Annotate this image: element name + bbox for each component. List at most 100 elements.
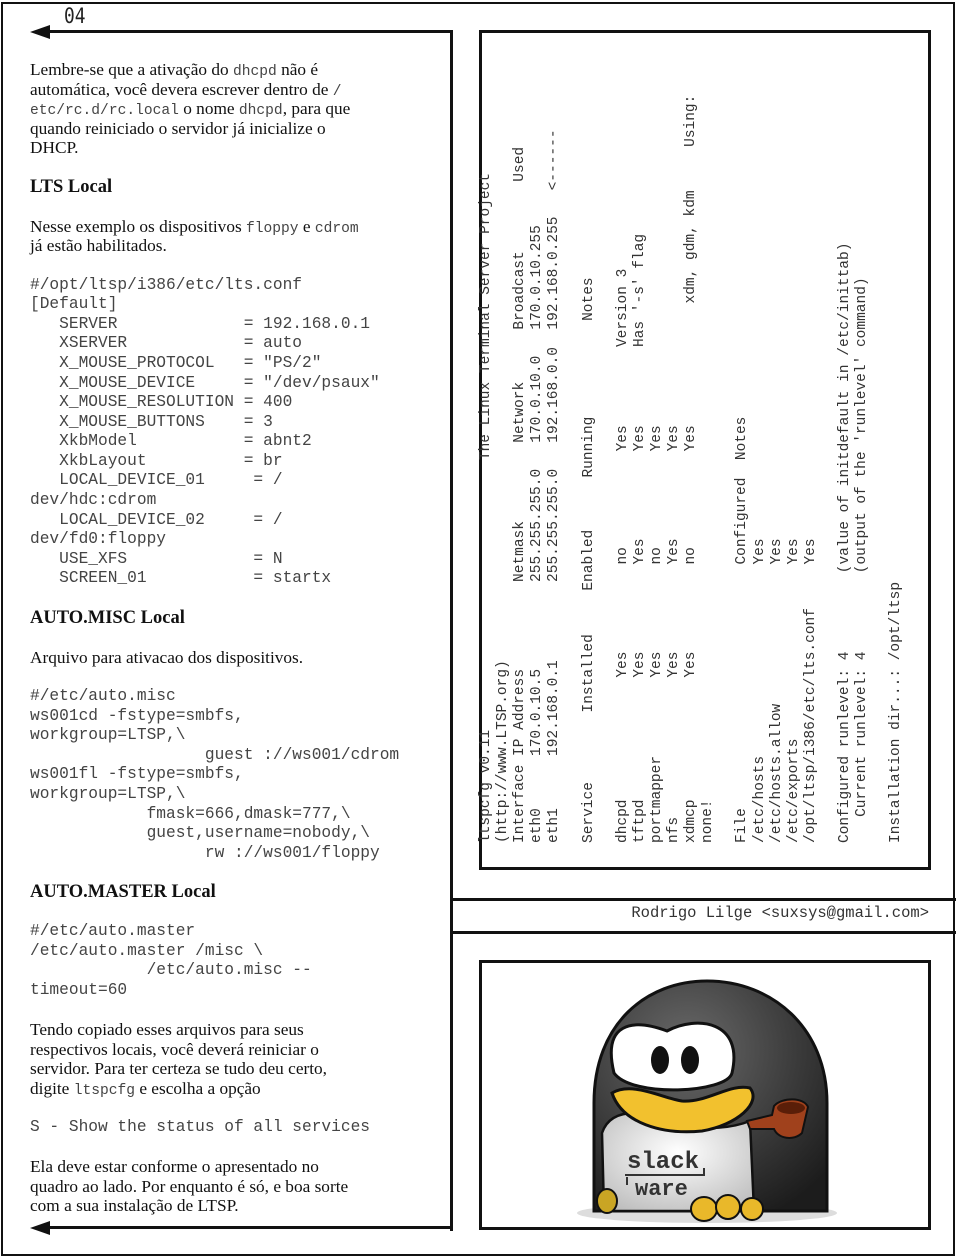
upper-frame-bottom-line xyxy=(450,898,956,901)
code-line: #/opt/ltsp/i386/etc/lts.conf xyxy=(30,275,302,294)
inline-code: / xyxy=(332,83,342,100)
text-run: não é xyxy=(276,60,319,79)
paragraph: Lembre-se que a ativação do dhcpd não éa… xyxy=(30,60,445,158)
paragraph-line: Ela deve estar conforme o apresentado no xyxy=(30,1157,445,1177)
slackware-penguin-logo: slack ware xyxy=(577,979,837,1223)
code-line: LOCAL_DEVICE_02 = / xyxy=(30,510,283,529)
status-line xyxy=(820,53,837,843)
status-line: File Configured Notes xyxy=(734,416,751,843)
inline-code: dhcpd xyxy=(238,103,283,120)
code-line: workgroup=LTSP,\ xyxy=(30,784,186,803)
left-frame-top-line xyxy=(45,30,453,33)
paragraph-line: digite ltspcfg e escolha a opção xyxy=(30,1079,445,1099)
status-line: eth0 170.0.10.5 255.255.255.0 170.0.10.0… xyxy=(529,225,546,843)
logo-box: slack ware xyxy=(479,960,931,1230)
penguin-eyes xyxy=(609,1021,736,1092)
code-line: LOCAL_DEVICE_01 = / xyxy=(30,471,283,490)
inline-code: floppy xyxy=(246,220,299,237)
paragraph: Arquivo para ativacao dos dispositivos. xyxy=(30,648,445,668)
status-line: Installation dir...: /opt/ltsp xyxy=(888,581,905,843)
section-heading: AUTO.MISC Local xyxy=(30,607,185,628)
paragraph: Tendo copiado esses arquivos para seus re… xyxy=(30,1020,445,1099)
status-line: portmapper Yes no Yes xyxy=(648,425,665,843)
code-line: #/etc/auto.misc xyxy=(30,687,176,705)
inline-code: cdrom xyxy=(314,220,359,237)
status-line: ltspcfg v0.11 The Linux Terminal Server … xyxy=(478,172,494,843)
text-run: e escolha a opção xyxy=(135,1078,261,1098)
text-run: Lembre-se que a ativação do xyxy=(30,60,233,79)
text-run: quando reiniciado o servidor já iniciali… xyxy=(30,118,326,138)
code-line: guest ://ws001/cdrom xyxy=(30,745,400,764)
code-line: ws001fl -fstype=smbfs, xyxy=(30,765,244,784)
code-line: SERVER = 192.168.0.1 xyxy=(30,314,370,333)
inline-code: ltspcfg xyxy=(73,1082,135,1099)
status-line xyxy=(598,53,615,843)
code-line: fmask=666,dmask=777,\ xyxy=(30,804,351,823)
text-run: , para que xyxy=(282,99,351,119)
code-line: XkbLayout = br xyxy=(30,451,283,470)
text-run: já estão habilitados. xyxy=(30,236,167,256)
status-line xyxy=(871,53,888,843)
code-line: S - Show the status of all services xyxy=(30,1118,370,1137)
code-block: #/opt/ltsp/i386/etc/lts.conf [Default] SE… xyxy=(30,276,445,590)
code-block: #/etc/auto.misc ws001cd -fstype=smbfs, wor… xyxy=(30,687,445,863)
paragraph-line: Tendo copiado esses arquivos para seus xyxy=(30,1020,445,1040)
code-line: X_MOUSE_DEVICE = "/dev/psaux" xyxy=(30,373,380,392)
status-line xyxy=(717,53,734,843)
code-line: ws001cd -fstype=smbfs, xyxy=(30,706,244,725)
left-frame-right-line xyxy=(450,30,453,1231)
status-line: none! xyxy=(700,799,717,843)
code-line: X_MOUSE_RESOLUTION = 400 xyxy=(30,393,293,412)
code-line: /etc/auto.misc -- xyxy=(30,961,312,980)
text-run: o nome xyxy=(178,99,239,119)
status-line: (http://www.LTSP.org) xyxy=(495,660,512,843)
code-line: SCREEN_01 = startx xyxy=(30,569,332,588)
text-run: Nesse exemplo os dispositivos xyxy=(30,216,247,236)
code-line: /etc/auto.master /misc \ xyxy=(30,941,264,960)
text-run: quadro ao lado. Por enquanto é só, e boa… xyxy=(30,1176,349,1196)
text-run: respectivos locais, você deverá reinicia… xyxy=(30,1039,319,1059)
status-line: nfs Yes Yes Yes xyxy=(666,425,683,843)
text-run: e xyxy=(298,216,315,236)
code-block: #/etc/auto.master/etc/auto.master /misc … xyxy=(30,922,445,1000)
code-line: dev/hdc:cdrom xyxy=(30,491,157,510)
status-line: Current runlevel: 4 (output of the 'runl… xyxy=(854,277,871,843)
paragraph: Nesse exemplo os dispositivos floppy e c… xyxy=(30,217,445,256)
status-line xyxy=(563,53,580,843)
status-line: Interface IP Address Netmask Network Bro… xyxy=(512,146,529,843)
lower-frame-top-line xyxy=(450,931,956,934)
text-run: Arquivo para ativacao dos dispositivos. xyxy=(30,647,304,667)
paragraph-line: automática, você devera escrever dentro … xyxy=(30,80,445,100)
code-line: guest,username=nobody,\ xyxy=(30,824,370,843)
status-line: /etc/hosts.allow Yes xyxy=(768,538,785,843)
paragraph: Ela deve estar conforme o apresentado no… xyxy=(30,1157,445,1216)
svg-text:ware: ware xyxy=(635,1177,688,1202)
inline-code: dhcpd xyxy=(232,64,277,80)
paragraph-line: quadro ao lado. Por enquanto é só, e boa… xyxy=(30,1177,445,1197)
status-line: xdmcp Yes no Yes xdm, gdm, kdm Using: xyxy=(683,94,700,843)
code-line: XkbModel = abnt2 xyxy=(30,432,312,451)
paragraph-line: com a sua instalação de LTSP. xyxy=(30,1196,445,1216)
paragraph-line: Arquivo para ativacao dos dispositivos. xyxy=(30,648,445,668)
paragraph-line: Nesse exemplo os dispositivos floppy e c… xyxy=(30,217,445,237)
section-heading: LTS Local xyxy=(30,176,113,197)
text-run: Tendo copiado esses arquivos para seus xyxy=(30,1020,304,1040)
code-line: #/etc/auto.master xyxy=(30,922,196,941)
status-line: tftpd Yes Yes Yes Has '-s' flag xyxy=(631,233,648,843)
status-line: /etc/hosts Yes xyxy=(751,538,768,843)
code-line: X_MOUSE_BUTTONS = 3 xyxy=(30,412,273,431)
text-run: DHCP. xyxy=(30,138,79,158)
code-line: USE_XFS = N xyxy=(30,549,283,568)
inline-code: etc/rc.d/rc.local xyxy=(30,103,179,120)
code-line: timeout=60 xyxy=(30,980,128,999)
paragraph-line: etc/rc.d/rc.local o nome dhcpd, para que xyxy=(30,99,445,119)
paragraph-line: quando reiniciado o servidor já iniciali… xyxy=(30,119,445,139)
text-run: servidor. Para ter certeza se tudo deu c… xyxy=(30,1059,328,1079)
code-line: X_MOUSE_PROTOCOL = "PS/2" xyxy=(30,353,322,372)
ltspcfg-status-output: ltspcfg v0.11 The Linux Terminal Server … xyxy=(478,53,918,843)
author-signature: Rodrigo Lilge <suxsys@gmail.com> xyxy=(631,904,929,922)
code-block: S - Show the status of all services xyxy=(30,1118,445,1138)
code-line: rw ://ws001/floppy xyxy=(30,843,380,862)
text-run: automática, você devera escrever dentro … xyxy=(30,79,333,99)
page-number: 04 xyxy=(64,4,86,28)
